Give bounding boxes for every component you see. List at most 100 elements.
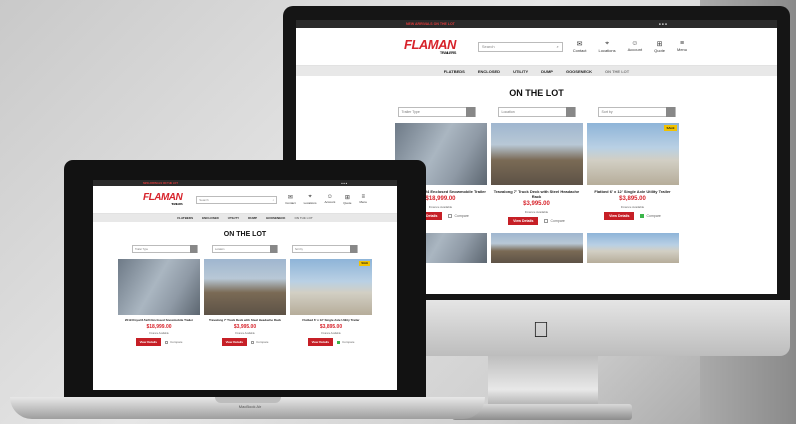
search-placeholder: Search	[199, 197, 209, 202]
search-placeholder: Search	[481, 44, 495, 49]
product-photo[interactable]	[204, 259, 286, 315]
product-card[interactable]: Travalong 7' Truck Deck with Steel Heada…	[204, 259, 286, 346]
product-price: $18,999.00	[146, 324, 172, 330]
promo-text[interactable]: NEW ARRIVALS ON THE LOT	[143, 182, 178, 185]
product-photo[interactable]	[118, 259, 200, 315]
menu-icon[interactable]: ≡ Menu	[359, 194, 367, 205]
filter-location[interactable]: Location	[212, 245, 278, 253]
product-title[interactable]: Flatbed 6' x 12' Single Axle Utility Tra…	[290, 318, 372, 322]
product-card[interactable]: 2019 Royal 8.5x24 Enclosed Snowmobile Tr…	[118, 259, 200, 346]
finance-note: Finance Available	[149, 332, 169, 335]
dropdown-icon[interactable]	[190, 245, 197, 253]
view-button[interactable]: View Details	[221, 338, 248, 346]
product-title[interactable]: 2019 Royal 8.5x24 Enclosed Snowmobile Tr…	[118, 318, 200, 322]
page-title: ON THE LOT	[509, 88, 564, 98]
cart-icon[interactable]: ⊞ Quote	[343, 194, 351, 205]
search-icon[interactable]: ⌕	[273, 198, 275, 202]
finance-note: Finance Available	[235, 332, 255, 335]
site-header: FLAMAN TRAILERS Search ⌕ ✉ Contact ⌖ Locat…	[296, 28, 777, 66]
product-title[interactable]: Travalong 7' Truck Deck with Steel Heada…	[204, 318, 286, 322]
nav-item-dump[interactable]: DUMP	[248, 216, 257, 220]
compare-checkbox[interactable]: Compare	[337, 340, 354, 344]
product-title[interactable]: Flatbed 6' x 12' Single Axle Utility Tra…	[587, 189, 679, 194]
laptop-notch	[215, 397, 281, 403]
topbar-links[interactable]: ● ● ●	[341, 182, 347, 185]
view-button[interactable]: View Details	[604, 212, 635, 220]
sale-badge: SALE	[664, 125, 677, 131]
product-photo[interactable]	[586, 233, 679, 263]
product-card[interactable]: Travalong 7' Truck Deck with Steel Heada…	[490, 123, 583, 225]
header-icons: ✉ Contact ⌖ Locations ☺ Account ⊞ Quote ≡ Men…	[573, 40, 687, 53]
filter-type[interactable]: Trailer Type	[132, 245, 198, 253]
nav-item-utility[interactable]: UTILITY	[513, 69, 528, 74]
product-card[interactable]: SALE Flatbed 6' x 12' Single Axle Utilit…	[586, 123, 679, 225]
search-input[interactable]: Search ⌕	[477, 41, 563, 52]
location-icon[interactable]: ⌖ Locations	[304, 194, 317, 205]
search-input[interactable]: Search ⌕	[196, 195, 278, 204]
view-button[interactable]: View Details	[307, 338, 334, 346]
nav-item-gooseneck[interactable]: GOOSENECK	[566, 69, 592, 74]
dropdown-icon[interactable]	[565, 107, 575, 117]
header-icons: ✉ Contact ⌖ Locations ☺ Account ⊞ Quote ≡ Men…	[285, 194, 367, 205]
product-card[interactable]: SALE Flatbed 6' x 12' Single Axle Utilit…	[290, 259, 372, 346]
cart-icon[interactable]: ⊞ Quote	[654, 40, 665, 53]
main-nav: FLATBEDS ENCLOSED UTILITY DUMP GOOSENECK…	[296, 66, 777, 76]
sale-badge: SALE	[359, 261, 370, 266]
product-price: $3,995.00	[233, 324, 257, 330]
laptop-label: MacBook Air	[238, 404, 262, 409]
filter-sort[interactable]: Sort by	[597, 107, 676, 117]
nav-item-flatbeds[interactable]: FLATBEDS	[177, 216, 193, 220]
dropdown-icon[interactable]	[465, 107, 475, 117]
nav-item-enclosed[interactable]: ENCLOSED	[478, 69, 500, 74]
product-price: $3,895.00	[319, 324, 343, 330]
dropdown-icon[interactable]	[350, 245, 357, 253]
nav-item-dump[interactable]: DUMP	[541, 69, 553, 74]
card-grid: 2019 Royal 8.5x24 Enclosed Snowmobile Tr…	[93, 259, 397, 346]
chat-icon[interactable]: ✉ Contact	[285, 194, 295, 205]
apple-logo-icon: 	[529, 318, 553, 342]
logo-sub: TRAILERS	[171, 202, 183, 206]
view-button[interactable]: View Details	[135, 338, 162, 346]
product-photo[interactable]: SALE	[586, 123, 679, 185]
main-nav: FLATBEDS ENCLOSED UTILITY DUMP GOOSENECK…	[93, 214, 397, 222]
location-icon[interactable]: ⌖ Locations	[599, 40, 616, 53]
site-header: FLAMAN TRAILERS Search ⌕ ✉ Contact ⌖ Locat…	[93, 186, 397, 214]
nav-item-utility[interactable]: UTILITY	[228, 216, 239, 220]
user-icon[interactable]: ☺ Account	[324, 194, 335, 205]
product-photo[interactable]: SALE	[290, 259, 372, 315]
compare-checkbox[interactable]: Compare	[544, 219, 565, 223]
filter-sort[interactable]: Sort by	[292, 245, 358, 253]
product-title[interactable]: Travalong 7' Truck Deck with Steel Heada…	[491, 189, 583, 199]
finance-note: Finance Available	[620, 205, 645, 209]
user-icon[interactable]: ☺ Account	[628, 40, 642, 53]
compare-checkbox[interactable]: Compare	[448, 214, 469, 218]
product-price: $3,995.00	[523, 201, 550, 207]
nav-item-flatbeds[interactable]: FLATBEDS	[444, 69, 465, 74]
topbar-links[interactable]: ● ● ●	[659, 22, 667, 26]
filter-type[interactable]: Trailer Type	[397, 107, 476, 117]
nav-item-gooseneck[interactable]: GOOSENECK	[266, 216, 286, 220]
compare-checkbox[interactable]: Compare	[251, 340, 268, 344]
nav-item-on-the-lot[interactable]: ON THE LOT	[605, 69, 629, 74]
promo-text[interactable]: NEW ARRIVALS ON THE LOT	[406, 22, 455, 26]
filter-location[interactable]: Location	[497, 107, 576, 117]
chat-icon[interactable]: ✉ Contact	[573, 40, 587, 53]
product-photo[interactable]	[490, 233, 583, 263]
search-icon[interactable]: ⌕	[556, 44, 558, 49]
view-button[interactable]: View Details	[508, 217, 539, 225]
logo[interactable]: FLAMAN TRAILERS	[404, 38, 456, 55]
logo[interactable]: FLAMAN TRAILERS	[143, 193, 183, 206]
menu-icon[interactable]: ≡ Menu	[677, 40, 687, 53]
nav-item-enclosed[interactable]: ENCLOSED	[202, 216, 219, 220]
compare-checkbox[interactable]: Compare	[165, 340, 182, 344]
finance-note: Finance Available	[321, 332, 341, 335]
filter-bar: Trailer Type Location Sort by	[93, 245, 397, 253]
page-title: ON THE LOT	[223, 231, 267, 238]
product-photo[interactable]	[490, 123, 583, 185]
dropdown-icon[interactable]	[270, 245, 277, 253]
compare-checkbox[interactable]: Compare	[640, 214, 661, 218]
nav-item-on-the-lot[interactable]: ON THE LOT	[294, 216, 312, 220]
dropdown-icon[interactable]	[665, 107, 675, 117]
filter-bar: Trailer Type Location Sort by	[296, 107, 777, 117]
top-bar: NEW ARRIVALS ON THE LOT ● ● ●	[296, 20, 777, 28]
